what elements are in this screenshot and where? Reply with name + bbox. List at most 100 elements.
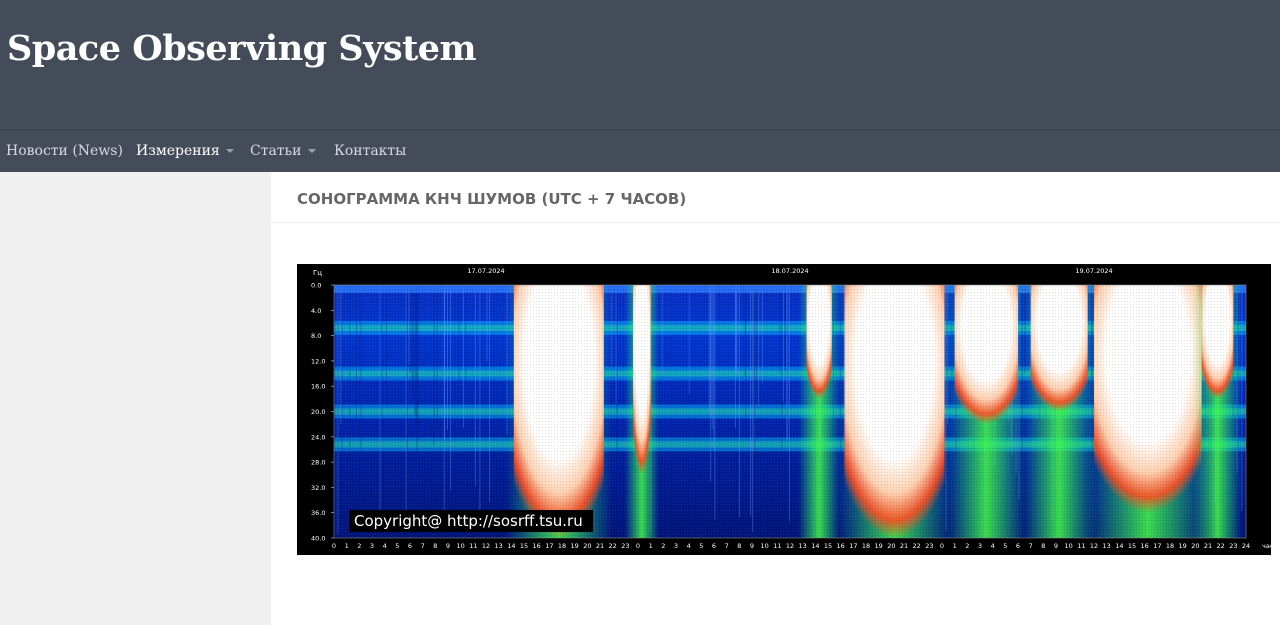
hour-tick-label: 4 bbox=[687, 542, 691, 550]
hour-tick-label: 2 bbox=[357, 542, 361, 550]
hour-tick-label: 19 bbox=[1179, 542, 1187, 550]
y-tick-label: 4.0 bbox=[311, 307, 321, 315]
hour-tick-label: 8 bbox=[1041, 542, 1045, 550]
hour-tick-label: 22 bbox=[913, 542, 921, 550]
hour-tick-label: 1 bbox=[953, 542, 957, 550]
hour-tick-label: 20 bbox=[583, 542, 591, 550]
hour-tick-label: 14 bbox=[811, 542, 819, 550]
hour-tick-label: 19 bbox=[875, 542, 883, 550]
hour-tick-label: 14 bbox=[507, 542, 515, 550]
sidebar bbox=[0, 172, 271, 625]
hour-tick-label: 10 bbox=[761, 542, 769, 550]
date-label: 17.07.2024 bbox=[467, 267, 504, 275]
hour-tick-label: 12 bbox=[786, 542, 794, 550]
nav-item-contacts[interactable]: Контакты bbox=[334, 143, 406, 159]
hour-tick-label: 7 bbox=[421, 542, 425, 550]
hour-tick-label: 11 bbox=[773, 542, 781, 550]
hour-tick-label: 22 bbox=[1217, 542, 1225, 550]
hour-tick-label: 16 bbox=[1141, 542, 1149, 550]
nav-item-label: Новости (News) bbox=[6, 143, 123, 159]
nav-item-measurements[interactable]: Измерения bbox=[136, 143, 234, 159]
y-tick-label: 0.0 bbox=[311, 282, 321, 290]
nav-item-news[interactable]: Новости (News) bbox=[6, 143, 123, 159]
hour-tick-label: 5 bbox=[699, 542, 703, 550]
y-tick-label: 8.0 bbox=[311, 332, 321, 340]
x-axis-unit: час bbox=[1262, 542, 1271, 550]
main-content: СОНОГРАММА КНЧ ШУМОВ (UTC + 7 ЧАСОВ) Гц … bbox=[271, 172, 1280, 625]
nav-item-label: Статьи bbox=[250, 143, 302, 159]
hour-tick-label: 2 bbox=[965, 542, 969, 550]
hour-tick-label: 24 bbox=[1242, 542, 1250, 550]
copyright-text: Copyright@ http://sosrff.tsu.ru bbox=[354, 512, 583, 530]
page-header: СОНОГРАММА КНЧ ШУМОВ (UTC + 7 ЧАСОВ) bbox=[271, 172, 1280, 223]
hour-tick-label: 18 bbox=[1166, 542, 1174, 550]
hour-tick-label: 3 bbox=[978, 542, 982, 550]
hour-tick-label: 9 bbox=[750, 542, 754, 550]
hour-tick-label: 17 bbox=[1153, 542, 1161, 550]
hour-tick-label: 4 bbox=[991, 542, 995, 550]
nav-item-articles[interactable]: Статьи bbox=[250, 143, 316, 159]
hour-tick-label: 13 bbox=[495, 542, 503, 550]
hour-tick-label: 13 bbox=[799, 542, 807, 550]
y-tick-label: 12.0 bbox=[311, 357, 325, 365]
y-tick-label: 40.0 bbox=[311, 535, 325, 543]
y-tick-label: 16.0 bbox=[311, 383, 325, 391]
hour-tick-label: 3 bbox=[370, 542, 374, 550]
hour-tick-label: 5 bbox=[395, 542, 399, 550]
hour-tick-label: 10 bbox=[457, 542, 465, 550]
hour-tick-label: 15 bbox=[824, 542, 832, 550]
y-axis-unit: Гц bbox=[313, 269, 322, 277]
site-title[interactable]: Space Observing System bbox=[7, 28, 477, 69]
sonogram-image: Гц 0.0 4.0 8.0 12.0 16.0 20.0 24.0 28.0 32.0 36.0 4… bbox=[297, 264, 1271, 555]
page-title: СОНОГРАММА КНЧ ШУМОВ (UTC + 7 ЧАСОВ) bbox=[297, 190, 687, 208]
hour-tick-label: 9 bbox=[1054, 542, 1058, 550]
nav-item-label: Контакты bbox=[334, 143, 407, 159]
hour-tick-label: 22 bbox=[609, 542, 617, 550]
hour-tick-label: 23 bbox=[621, 542, 629, 550]
hour-tick-label: 17 bbox=[849, 542, 857, 550]
date-label: 18.07.2024 bbox=[771, 267, 808, 275]
hour-tick-label: 15 bbox=[1128, 542, 1136, 550]
y-tick-label: 36.0 bbox=[311, 509, 325, 517]
y-tick-label: 24.0 bbox=[311, 433, 325, 441]
hour-tick-label: 7 bbox=[725, 542, 729, 550]
hour-tick-label: 7 bbox=[1029, 542, 1033, 550]
hour-tick-label: 21 bbox=[596, 542, 604, 550]
hour-tick-label: 0 bbox=[940, 542, 944, 550]
hour-tick-label: 0 bbox=[332, 542, 336, 550]
hour-tick-label: 6 bbox=[1016, 542, 1020, 550]
hour-tick-label: 2 bbox=[661, 542, 665, 550]
chevron-down-icon bbox=[307, 149, 316, 153]
grain-overlay bbox=[334, 285, 1246, 538]
hour-tick-label: 21 bbox=[900, 542, 908, 550]
main-nav: Новости (News) Измерения Статьи Контакты bbox=[0, 129, 1280, 172]
hour-tick-label: 17 bbox=[545, 542, 553, 550]
site-header: Space Observing System bbox=[0, 0, 1280, 129]
hour-tick-label: 5 bbox=[1003, 542, 1007, 550]
hour-tick-label: 8 bbox=[737, 542, 741, 550]
hour-tick-label: 11 bbox=[1077, 542, 1085, 550]
hour-tick-label: 18 bbox=[862, 542, 870, 550]
hour-tick-label: 6 bbox=[712, 542, 716, 550]
hour-tick-label: 4 bbox=[383, 542, 387, 550]
hour-tick-label: 16 bbox=[533, 542, 541, 550]
hour-tick-label: 10 bbox=[1065, 542, 1073, 550]
hour-tick-label: 3 bbox=[674, 542, 678, 550]
date-label: 19.07.2024 bbox=[1075, 267, 1112, 275]
hour-tick-label: 18 bbox=[558, 542, 566, 550]
y-tick-label: 20.0 bbox=[311, 408, 325, 416]
hour-tick-label: 19 bbox=[571, 542, 579, 550]
hour-tick-label: 0 bbox=[636, 542, 640, 550]
hour-tick-label: 9 bbox=[446, 542, 450, 550]
hour-tick-label: 8 bbox=[433, 542, 437, 550]
hour-tick-label: 20 bbox=[887, 542, 895, 550]
nav-item-label: Измерения bbox=[136, 143, 220, 159]
hour-tick-label: 13 bbox=[1103, 542, 1111, 550]
hour-tick-label: 11 bbox=[469, 542, 477, 550]
hour-tick-label: 12 bbox=[482, 542, 490, 550]
hour-tick-label: 20 bbox=[1191, 542, 1199, 550]
y-tick-label: 28.0 bbox=[311, 459, 325, 467]
sonogram-plot bbox=[333, 284, 1247, 539]
hour-tick-label: 23 bbox=[1229, 542, 1237, 550]
hour-tick-label: 1 bbox=[649, 542, 653, 550]
